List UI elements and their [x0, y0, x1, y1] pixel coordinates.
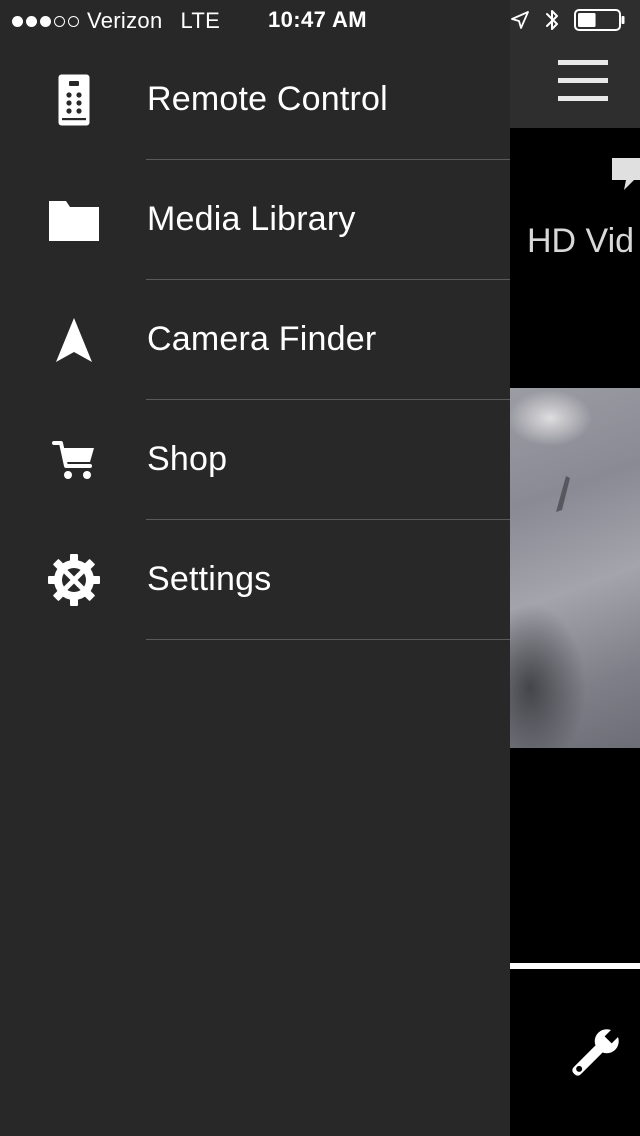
menu-item-label: Remote Control — [147, 80, 388, 118]
menu-item-camera-finder[interactable]: Camera Finder — [0, 280, 510, 400]
folder-icon — [40, 190, 108, 250]
camera-preview — [510, 388, 640, 748]
divider — [146, 639, 510, 640]
screen: Verizon LTE 10:47 AM Remote Control Medi… — [0, 0, 640, 1136]
navigation-arrow-icon — [40, 310, 108, 370]
video-mode-icon — [612, 158, 640, 190]
timeline-bar — [510, 963, 640, 969]
status-right — [510, 7, 626, 33]
status-bar: Verizon LTE 10:47 AM — [0, 0, 640, 40]
menu-item-media-library[interactable]: Media Library — [0, 160, 510, 280]
carrier-name: Verizon — [87, 8, 163, 33]
menu-item-label: Settings — [147, 560, 272, 598]
battery-icon — [574, 9, 625, 31]
hamburger-menu-icon[interactable] — [558, 60, 608, 104]
signal-dot — [26, 15, 37, 27]
camera-mode-label: HD Vid — [527, 222, 635, 260]
network-type: LTE — [180, 8, 221, 33]
status-left: Verizon LTE — [12, 8, 220, 34]
menu-item-settings[interactable]: Settings — [0, 520, 510, 640]
signal-dot — [68, 15, 79, 27]
menu-item-shop[interactable]: Shop — [0, 400, 510, 520]
navigation-drawer: Remote Control Media Library Camera Find… — [0, 40, 510, 1136]
main-screen-peek[interactable]: HD Vid — [510, 0, 640, 1136]
location-arrow-icon — [511, 11, 529, 29]
signal-dot — [12, 15, 23, 27]
shopping-cart-icon — [40, 430, 108, 490]
clock: 10:47 AM — [268, 7, 367, 32]
wrench-icon[interactable] — [564, 1024, 624, 1084]
menu-item-label: Camera Finder — [147, 320, 377, 358]
preview-shadow — [556, 476, 570, 512]
signal-strength-icon — [12, 15, 79, 27]
signal-dot — [40, 15, 51, 27]
signal-dot — [54, 15, 65, 27]
gear-icon — [40, 550, 108, 610]
remote-control-icon — [40, 70, 108, 130]
bluetooth-icon — [546, 10, 558, 30]
menu-item-label: Shop — [147, 440, 228, 478]
menu-item-remote-control[interactable]: Remote Control — [0, 40, 510, 160]
menu-item-label: Media Library — [147, 200, 356, 238]
